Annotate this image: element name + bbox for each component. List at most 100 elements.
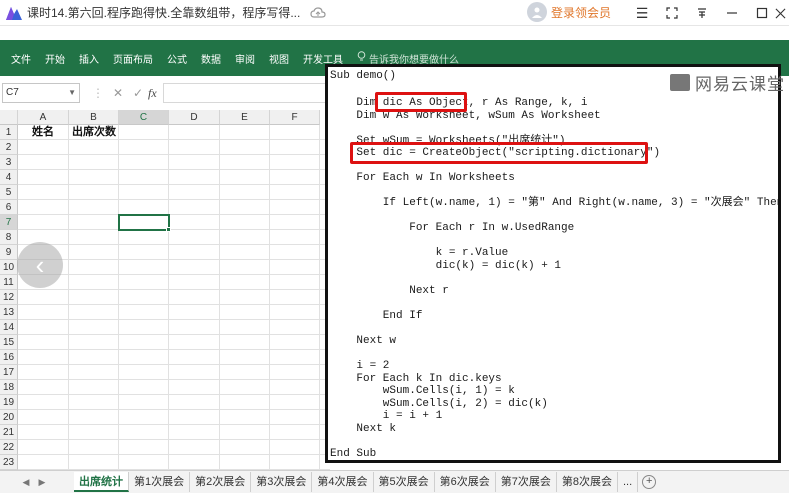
row-header-10[interactable]: 10 xyxy=(0,260,18,275)
row-header-9[interactable]: 9 xyxy=(0,245,18,260)
sheet-tab[interactable]: 第2次展会 xyxy=(190,472,252,492)
code-line: Next k xyxy=(330,423,397,435)
column-header-b[interactable]: B xyxy=(69,110,119,125)
tab-file[interactable]: 文件 xyxy=(11,51,31,66)
column-header-d[interactable]: D xyxy=(169,110,220,125)
row-header-13[interactable]: 13 xyxy=(0,305,18,320)
name-box-value: C7 xyxy=(6,87,19,98)
spreadsheet-grid[interactable]: A B C D E F 1 2 3 4 5 6 7 8 9 10 11 12 13 14 15 16 17 18 19 20 21 2… xyxy=(0,110,330,473)
tab-formulas[interactable]: 公式 xyxy=(167,51,187,66)
sheet-scroll-right-icon[interactable]: ▶ xyxy=(34,477,50,488)
selected-cell-c7[interactable] xyxy=(118,214,171,232)
tab-home[interactable]: 开始 xyxy=(45,51,65,66)
row-header-2[interactable]: 2 xyxy=(0,140,18,155)
maximize-icon[interactable] xyxy=(750,0,774,26)
tab-page-layout[interactable]: 页面布局 xyxy=(113,51,153,66)
row-header-18[interactable]: 18 xyxy=(0,380,18,395)
row-header-7[interactable]: 7 xyxy=(0,215,18,230)
app-logo-icon xyxy=(3,2,25,24)
code-line: Sub demo() xyxy=(330,70,397,82)
fullscreen-icon[interactable] xyxy=(660,0,684,26)
add-sheet-icon[interactable]: + xyxy=(642,475,657,489)
cancel-icon[interactable]: ✕ xyxy=(108,86,128,100)
row-header-20[interactable]: 20 xyxy=(0,410,18,425)
column-header-e[interactable]: E xyxy=(220,110,270,125)
row-header-16[interactable]: 16 xyxy=(0,350,18,365)
row-header-15[interactable]: 15 xyxy=(0,335,18,350)
code-line: For Each r In w.UsedRange xyxy=(330,222,575,234)
row-header-14[interactable]: 14 xyxy=(0,320,18,335)
column-header-f[interactable]: F xyxy=(270,110,320,125)
code-line: dic(k) = dic(k) + 1 xyxy=(330,260,562,272)
insert-function-button[interactable]: fx xyxy=(148,86,157,101)
minimize-icon[interactable] xyxy=(720,0,744,26)
sheet-tab[interactable]: 第1次展会 xyxy=(129,472,191,492)
cell-b1[interactable]: 出席次数 xyxy=(72,125,116,140)
title-bar: 课时14.第六回.程序跑得快.全靠数组带，程序写得... 登录领会员 ☰ xyxy=(0,0,789,26)
tab-review[interactable]: 审阅 xyxy=(235,51,255,66)
pin-icon[interactable] xyxy=(690,0,714,26)
grid-row-line xyxy=(18,169,330,170)
row-header-8[interactable]: 8 xyxy=(0,230,18,245)
fill-handle[interactable] xyxy=(166,227,171,232)
row-header-5[interactable]: 5 xyxy=(0,185,18,200)
name-box[interactable]: C7 ▼ xyxy=(2,83,80,103)
prev-arrow-icon[interactable]: ‹ xyxy=(17,242,63,288)
grid-column-line xyxy=(68,125,69,473)
sheet-tab[interactable]: 第3次展会 xyxy=(251,472,313,492)
code-line: wSum.Cells(i, 1) = k xyxy=(330,385,515,397)
grid-row-line xyxy=(18,379,330,380)
row-header-12[interactable]: 12 xyxy=(0,290,18,305)
row-header-4[interactable]: 4 xyxy=(0,170,18,185)
row-header-3[interactable]: 3 xyxy=(0,155,18,170)
grid-row-line xyxy=(18,229,330,230)
grid-column-line xyxy=(269,125,270,473)
column-header-c[interactable]: C xyxy=(119,110,169,125)
select-all-corner[interactable] xyxy=(0,110,18,125)
row-header-23[interactable]: 23 xyxy=(0,455,18,470)
row-header-22[interactable]: 22 xyxy=(0,440,18,455)
column-header-a[interactable]: A xyxy=(18,110,69,125)
row-header-17[interactable]: 17 xyxy=(0,365,18,380)
close-icon[interactable] xyxy=(772,0,789,26)
code-line: For Each w In Worksheets xyxy=(330,172,515,184)
grid-row-line xyxy=(18,409,330,410)
menu-icon[interactable]: ☰ xyxy=(630,0,654,26)
more-icon: ⋮ xyxy=(92,86,104,100)
grid-row-line xyxy=(18,439,330,440)
code-line: i = 2 xyxy=(330,360,390,372)
grid-row-line xyxy=(18,184,330,185)
grid-row-line xyxy=(18,304,330,305)
formula-input[interactable] xyxy=(162,83,330,103)
login-vip-link[interactable]: 登录领会员 xyxy=(551,4,611,21)
tab-insert[interactable]: 插入 xyxy=(79,51,99,66)
grid-row-line xyxy=(18,349,330,350)
enter-icon[interactable]: ✓ xyxy=(128,86,148,100)
grid-row-line xyxy=(18,364,330,365)
row-header-11[interactable]: 11 xyxy=(0,275,18,290)
avatar-icon xyxy=(527,2,547,22)
code-line: End Sub xyxy=(330,448,377,460)
more-sheets[interactable]: ... xyxy=(618,472,639,492)
sheet-scroll-left-icon[interactable]: ◀ xyxy=(18,477,34,488)
cloud-icon[interactable] xyxy=(310,5,326,21)
sheet-tab-summary[interactable]: 出席统计 xyxy=(74,472,129,492)
sheet-tab[interactable]: 第8次展会 xyxy=(557,472,618,492)
row-header-1[interactable]: 1 xyxy=(0,125,18,140)
row-header-6[interactable]: 6 xyxy=(0,200,18,215)
chevron-down-icon[interactable]: ▼ xyxy=(68,84,76,102)
grid-row-line xyxy=(18,454,330,455)
sheet-tab[interactable]: 第6次展会 xyxy=(435,472,496,492)
grid-row-line xyxy=(18,199,330,200)
tab-view[interactable]: 视图 xyxy=(269,51,289,66)
login-area[interactable]: 登录领会员 xyxy=(527,2,611,22)
sheet-tab[interactable]: 第5次展会 xyxy=(374,472,435,492)
grid-row-line xyxy=(18,334,330,335)
watermark: 网易云课堂 xyxy=(670,70,785,95)
row-header-21[interactable]: 21 xyxy=(0,425,18,440)
row-header-19[interactable]: 19 xyxy=(0,395,18,410)
sheet-tab[interactable]: 第4次展会 xyxy=(312,472,374,492)
tab-data[interactable]: 数据 xyxy=(201,51,221,66)
cell-a1[interactable]: 姓名 xyxy=(32,125,54,140)
sheet-tab[interactable]: 第7次展会 xyxy=(496,472,557,492)
